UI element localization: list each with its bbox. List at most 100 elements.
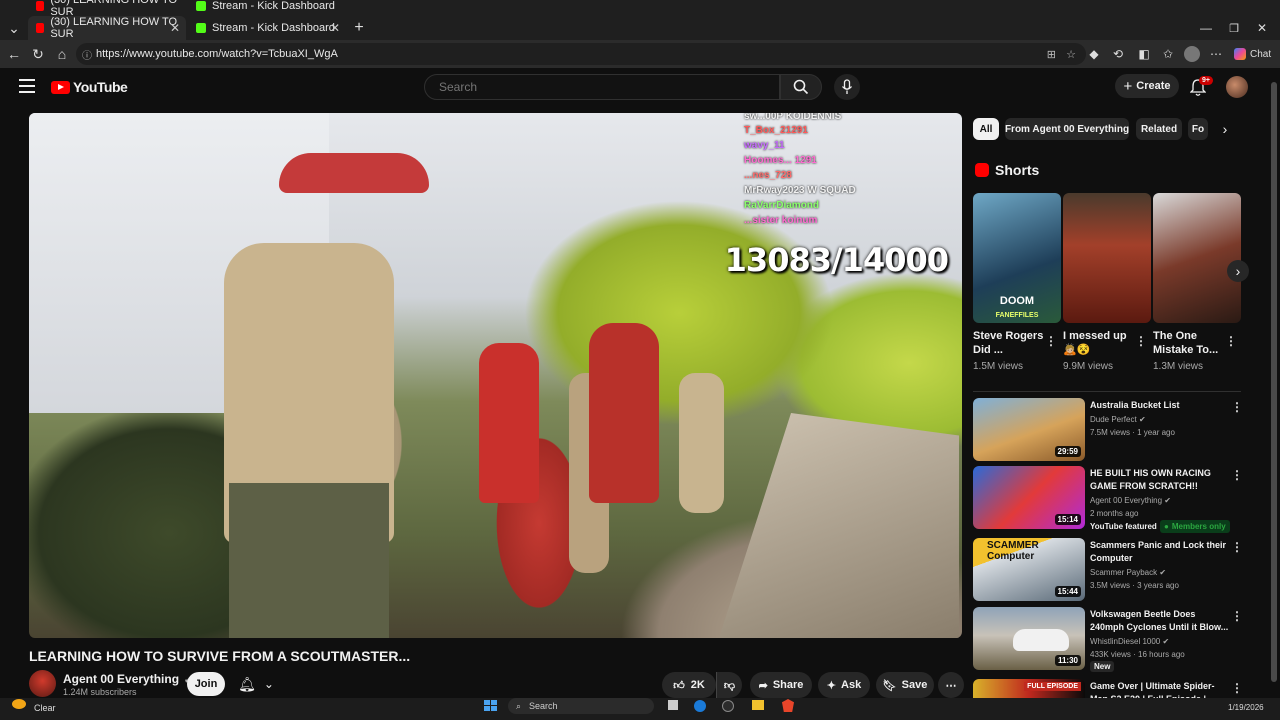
video-channel[interactable]: Dude Perfect ✔ [1090,414,1146,425]
split-screen-icon[interactable]: ◧ [1136,46,1152,62]
tab-kick-dashboard[interactable]: Stream - Kick Dashboard ✕ [188,16,346,40]
video-player[interactable]: sw...00P KOIDENNIS T_Box_21291 wavy_11 H… [29,113,962,638]
create-button[interactable]: + Create [1115,74,1179,98]
more-vertical-icon[interactable]: ⋮ [1231,541,1243,553]
short-thumb-overlay: DOOM [999,295,1035,307]
profile-avatar-icon[interactable] [1184,46,1200,62]
short-thumbnail[interactable] [1063,193,1151,323]
back-arrow-icon[interactable]: ← [4,44,24,64]
page-scrollbar[interactable] [1268,68,1280,698]
short-views: 1.3M views [1153,361,1204,372]
short-thumbnail[interactable] [1153,193,1241,323]
more-vertical-icon[interactable]: ⋮ [1135,335,1147,347]
more-actions-button[interactable]: ⋯ [938,672,964,698]
ask-button[interactable]: ✦ Ask [818,672,870,698]
channel-avatar[interactable] [29,670,56,697]
more-vertical-icon[interactable]: ⋮ [1231,469,1243,481]
save-button[interactable]: 🔖︎ Save [876,672,934,698]
url-field[interactable]: ⓘ https://www.youtube.com/watch?v=TcbuaX… [76,43,1086,65]
close-window-icon[interactable]: ✕ [1252,18,1272,38]
video-title-link[interactable]: Game Over | Ultimate Spider-Man S2 E20 |… [1090,680,1230,698]
minimize-window-icon[interactable]: — [1196,18,1216,38]
file-explorer-icon[interactable] [752,700,764,710]
ghost-tab-youtube[interactable]: (30) LEARNING HOW TO SUR [28,0,186,16]
reload-icon[interactable]: ↻ [28,44,48,64]
like-button[interactable]: 👍︎ 2K [662,672,716,698]
favorite-star-icon[interactable]: ☆ [1066,48,1076,61]
video-duration: 15:44 [1054,586,1081,597]
edge-browser-icon[interactable] [694,700,706,712]
youtube-logo[interactable]: YouTube [51,79,128,95]
chip-more[interactable]: Fo [1188,118,1208,140]
video-thumbnail[interactable]: 15:14 [973,466,1085,529]
video-thumbnail[interactable]: 29:59 [973,398,1085,461]
more-vertical-icon[interactable]: ⋮ [1231,682,1243,694]
shorts-next-chevron-icon[interactable]: › [1227,260,1249,282]
share-button[interactable]: ➦ Share [750,672,812,698]
youtube-favicon-icon [36,1,45,11]
video-thumbnail[interactable]: 11:30 [973,607,1085,670]
taskbar-app-icon[interactable] [722,700,734,712]
windows-start-icon[interactable] [484,700,498,712]
extension-puzzle-icon[interactable]: ⟲ [1110,46,1126,62]
dislike-button[interactable]: 👎︎ [716,672,742,698]
kick-favicon-icon [196,1,206,11]
brave-browser-icon[interactable] [782,699,794,712]
search-input[interactable] [424,74,780,100]
app-available-icon[interactable]: ⊞ [1047,48,1056,61]
channel-text: Scammer Payback [1090,568,1158,577]
video-channel[interactable]: Agent 00 Everything ✔ [1090,495,1171,506]
thumbs-up-icon: 👍︎ [673,679,685,692]
verified-icon: ✔ [1159,568,1167,577]
notifications-button[interactable]: 9+ [1190,76,1213,97]
short-title[interactable]: The One Mistake To... [1153,329,1229,357]
channel-name[interactable]: Agent 00 Everything ✔ [63,672,192,686]
task-view-icon[interactable] [668,700,678,710]
close-tab-icon[interactable]: ✕ [170,21,180,35]
more-vertical-icon[interactable]: ⋮ [1231,610,1243,622]
more-vertical-icon[interactable]: ⋮ [1231,401,1243,413]
hamburger-menu-icon[interactable] [19,79,35,93]
chip-from-channel[interactable]: From Agent 00 Everything [1005,118,1129,140]
home-icon[interactable]: ⌂ [52,44,72,64]
video-title-link[interactable]: Volkswagen Beetle Does 240mph Cyclones U… [1090,608,1230,634]
more-vertical-icon[interactable]: ⋮ [1045,335,1057,347]
weather-sun-icon[interactable] [12,699,26,709]
restore-window-icon[interactable]: ❐ [1224,18,1244,38]
video-title-link[interactable]: Australia Bucket List [1090,399,1230,412]
kick-favicon-icon [196,23,206,33]
new-tab-button[interactable]: + [349,18,369,38]
scrollbar-thumb[interactable] [1271,82,1277,682]
short-title[interactable]: I messed up 🙇🏼😵 [1063,329,1139,357]
join-button[interactable]: Join [187,672,225,696]
video-thumbnail[interactable]: FULL EPISODE [973,679,1085,698]
chip-all[interactable]: All [973,118,999,140]
short-title[interactable]: Steve Rogers Did ... [973,329,1049,357]
extension-diamond-icon[interactable]: ◆ [1086,46,1102,62]
more-vertical-icon[interactable]: ⋮ [1225,335,1237,347]
video-thumbnail[interactable]: SCAMMER Computer 15:44 [973,538,1085,601]
ghost-tab-kick[interactable]: Stream - Kick Dashboard [188,0,346,16]
video-title-link[interactable]: HE BUILT HIS OWN RACING GAME FROM SCRATC… [1090,467,1230,493]
site-info-icon[interactable]: ⓘ [82,47,92,62]
account-avatar[interactable] [1226,76,1248,98]
taskbar-search-box[interactable]: ⌕ Search [508,698,654,714]
video-channel[interactable]: Scammer Payback ✔ [1090,567,1166,578]
voice-search-button[interactable] [834,74,860,100]
copilot-chat-button[interactable]: Chat [1234,46,1274,62]
chat-label: Chat [1250,48,1272,60]
tab-youtube-video[interactable]: (30) LEARNING HOW TO SUR ✕ [28,16,186,40]
tab-list-chevron-icon[interactable]: ⌄ [4,18,24,38]
video-channel[interactable]: WhistlinDiesel 1000 ✔ [1090,636,1169,647]
weather-label[interactable]: Clear [34,703,56,713]
favorites-icon[interactable]: ✩ [1160,46,1176,62]
chip-related[interactable]: Related [1136,118,1182,140]
ask-label: Ask [841,679,862,691]
close-tab-icon[interactable]: ✕ [330,21,340,35]
video-title-link[interactable]: Scammers Panic and Lock their Computer [1090,539,1230,565]
more-menu-icon[interactable]: ⋯ [1208,46,1224,62]
short-thumbnail[interactable]: DOOM FANEFFILES [973,193,1061,323]
search-button[interactable] [780,74,822,100]
chips-next-chevron-icon[interactable]: › [1214,118,1236,140]
subscription-bell-button[interactable]: 🔔︎ ⌄ [233,672,279,696]
